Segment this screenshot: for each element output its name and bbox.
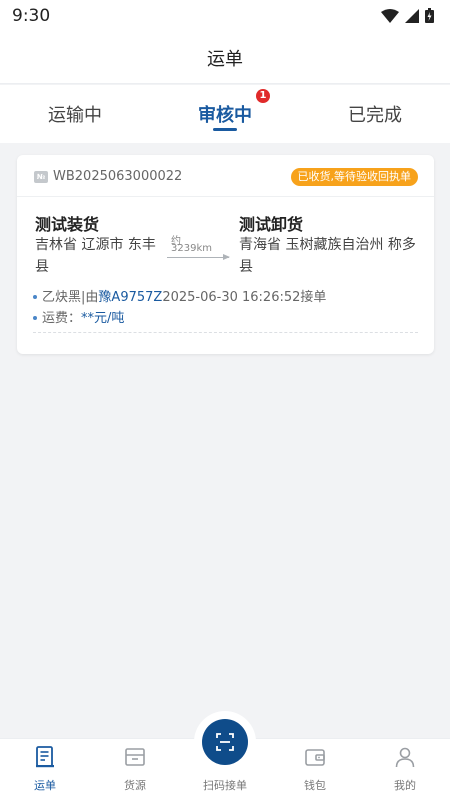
loading-place-name: 测试装货 (35, 215, 100, 234)
nav-label: 货源 (124, 779, 146, 792)
cargo-icon (125, 748, 145, 766)
nav-label: 运单 (34, 779, 56, 792)
page-title: 运单 (207, 48, 243, 70)
driver-name: 乙炔黑 (42, 290, 82, 305)
battery-icon (425, 8, 434, 23)
unloading-place-address: 青海省 玉树藏族自治州 称多县 (239, 237, 416, 275)
waybill-number: WB2025063000022 (53, 169, 183, 184)
tab-label: 已完成 (348, 105, 402, 126)
by-prefix: 由 (85, 290, 99, 305)
app-header: 运单 (0, 32, 450, 84)
tab-bar: 运输中 审核中 1 已完成 (0, 85, 450, 143)
loading-place-address: 吉林省 辽源市 东丰县 (35, 237, 156, 275)
tab-label: 审核中 (198, 105, 252, 126)
number-icon: № (34, 171, 48, 183)
route-line (167, 257, 229, 258)
nav-mine[interactable]: 我的 (360, 739, 450, 800)
waybill-card-header: № WB2025063000022 已收货,等待验收回执单 (17, 155, 434, 197)
wifi-icon (381, 8, 399, 23)
distance-value: 3239km (171, 243, 212, 254)
tab-active-indicator (213, 128, 237, 131)
plate-number: 豫A9757Z (98, 290, 163, 305)
nav-label: 扫码接单 (203, 779, 247, 792)
arrow-right-icon (223, 254, 230, 260)
fee-value: **元/吨 (81, 311, 125, 326)
scan-button[interactable] (202, 719, 248, 765)
freight-info: 运费：**元/吨 (33, 307, 124, 326)
wallet-icon (305, 749, 325, 766)
nav-label: 钱包 (304, 779, 326, 792)
card-divider (33, 332, 418, 333)
nav-cargo-source[interactable]: 货源 (90, 739, 180, 800)
bullet-dot-icon (33, 315, 37, 320)
driver-info: 乙炔黑|由豫A9757Z2025-06-30 16:26:52接单 (33, 286, 326, 305)
scan-icon (216, 733, 234, 751)
status-icons (381, 8, 434, 23)
accepted-time: 2025-06-30 16:26:52 (162, 290, 301, 305)
waybill-icon (36, 746, 54, 768)
fee-label: 运费： (42, 311, 82, 326)
nav-waybill[interactable]: 运单 (0, 739, 90, 800)
tab-count-badge: 1 (256, 89, 270, 103)
tab-in-transit[interactable]: 运输中 (0, 85, 150, 143)
bullet-dot-icon (33, 294, 37, 299)
status-time: 9:30 (12, 6, 51, 26)
waybill-card[interactable]: № WB2025063000022 已收货,等待验收回执单 测试装货 吉林省 辽… (17, 155, 434, 354)
tab-under-review[interactable]: 审核中 1 (150, 85, 300, 143)
user-icon (395, 747, 415, 768)
status-bar: 9:30 (0, 0, 450, 32)
tab-label: 运输中 (48, 105, 102, 126)
accepted-suffix: 接单 (300, 290, 327, 305)
tab-completed[interactable]: 已完成 (300, 85, 450, 143)
nav-label: 我的 (394, 779, 416, 792)
signal-icon (405, 8, 419, 23)
nav-wallet[interactable]: 钱包 (270, 739, 360, 800)
unloading-place-name: 测试卸货 (239, 215, 304, 234)
status-badge: 已收货,等待验收回执单 (290, 168, 418, 186)
